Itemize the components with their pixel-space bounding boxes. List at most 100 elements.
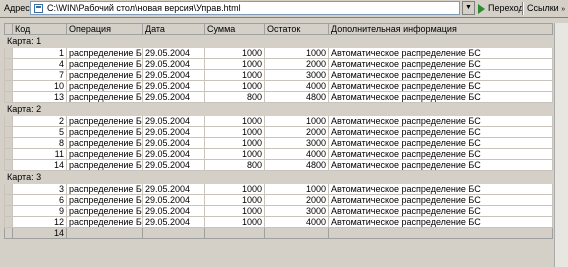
group-header-row: Карта: 3 [4, 170, 553, 184]
cell-date: 29.05.2004 [142, 205, 205, 217]
report-table: Код Операция Дата Сумма Остаток Дополнит… [4, 23, 553, 239]
cell-sum: 1000 [204, 126, 265, 138]
table-row[interactable]: 6 распределение БС 29.05.2004 1000 2000 Автом… [4, 194, 553, 206]
row-indicator[interactable] [4, 148, 13, 160]
table-row[interactable]: 5 распределение БС 29.05.2004 1000 2000 Автом… [4, 126, 553, 138]
cell-date: 29.05.2004 [142, 126, 205, 138]
cell-code: 8 [12, 137, 67, 149]
total-empty-cell [142, 227, 205, 239]
cell-info: Автоматическое распределение БС [328, 126, 553, 138]
table-row[interactable]: 12 распределение БС 29.05.2004 1000 4000 Авто… [4, 216, 553, 228]
cell-operation: распределение БС [66, 205, 143, 217]
row-indicator[interactable] [4, 115, 13, 127]
column-header-sum[interactable]: Сумма [204, 23, 265, 35]
links-button[interactable]: Ссылки » [527, 3, 565, 13]
cell-date: 29.05.2004 [142, 159, 205, 171]
row-indicator[interactable] [4, 205, 13, 217]
table-row[interactable]: 3 распределение БС 29.05.2004 1000 1000 Автом… [4, 183, 553, 195]
cell-balance: 1000 [264, 115, 329, 127]
vertical-scrollbar[interactable] [554, 23, 568, 267]
table-row[interactable]: 2 распределение БС 29.05.2004 1000 1000 Автом… [4, 115, 553, 127]
cell-operation: распределение БС [66, 159, 143, 171]
table-row[interactable]: 13 распределение БС 29.05.2004 800 4800 Автом… [4, 91, 553, 103]
row-indicator[interactable] [4, 80, 13, 92]
cell-balance: 2000 [264, 126, 329, 138]
cell-date: 29.05.2004 [142, 137, 205, 149]
column-header-operation[interactable]: Операция [66, 23, 143, 35]
cell-info: Автоматическое распределение БС [328, 47, 553, 59]
table-row[interactable]: 1 распределение БС 29.05.2004 1000 1000 Автом… [4, 47, 553, 59]
cell-operation: распределение БС [66, 91, 143, 103]
table-row[interactable]: 8 распределение БС 29.05.2004 1000 3000 Автом… [4, 137, 553, 149]
cell-info: Автоматическое распределение БС [328, 183, 553, 195]
row-indicator[interactable] [4, 58, 13, 70]
group-title: Карта: 1 [4, 34, 553, 48]
table-row[interactable]: 10 распределение БС 29.05.2004 1000 4000 Авто… [4, 80, 553, 92]
cell-info: Автоматическое распределение БС [328, 216, 553, 228]
row-indicator-header [4, 23, 13, 35]
links-label: Ссылки [527, 3, 559, 13]
cell-info: Автоматическое распределение БС [328, 205, 553, 217]
toolbar-separator [522, 2, 524, 15]
cell-date: 29.05.2004 [142, 58, 205, 70]
row-indicator[interactable] [4, 69, 13, 81]
address-input[interactable]: C:\WIN\Рабочий стол\новая версия\Управ.h… [30, 1, 460, 15]
cell-info: Автоматическое распределение БС [328, 194, 553, 206]
table-row[interactable]: 9 распределение БС 29.05.2004 1000 3000 Автом… [4, 205, 553, 217]
cell-balance: 2000 [264, 58, 329, 70]
address-dropdown-button[interactable]: ▼ [462, 1, 475, 15]
table-row[interactable]: 7 распределение БС 29.05.2004 1000 3000 Автом… [4, 69, 553, 81]
row-indicator[interactable] [4, 194, 13, 206]
cell-code: 3 [12, 183, 67, 195]
cell-code: 9 [12, 205, 67, 217]
cell-operation: распределение БС [66, 137, 143, 149]
row-indicator[interactable] [4, 91, 13, 103]
go-arrow-icon [478, 3, 485, 14]
cell-operation: распределение БС [66, 115, 143, 127]
column-header-date[interactable]: Дата [142, 23, 205, 35]
cell-sum: 1000 [204, 137, 265, 149]
cell-sum: 1000 [204, 80, 265, 92]
cell-balance: 2000 [264, 194, 329, 206]
cell-date: 29.05.2004 [142, 194, 205, 206]
cell-balance: 4000 [264, 80, 329, 92]
row-indicator[interactable] [4, 137, 13, 149]
cell-sum: 1000 [204, 115, 265, 127]
cell-sum: 1000 [204, 205, 265, 217]
row-indicator[interactable] [4, 47, 13, 59]
cell-code: 1 [12, 47, 67, 59]
chevron-down-icon: ▼ [465, 4, 472, 11]
group-header-row: Карта: 1 [4, 34, 553, 48]
row-indicator[interactable] [4, 126, 13, 138]
column-header-balance[interactable]: Остаток [264, 23, 329, 35]
row-indicator[interactable] [4, 216, 13, 228]
row-indicator[interactable] [4, 183, 13, 195]
cell-operation: распределение БС [66, 183, 143, 195]
table-header-row: Код Операция Дата Сумма Остаток Дополнит… [4, 23, 553, 35]
table-row[interactable]: 14 распределение БС 29.05.2004 800 4800 Автом… [4, 159, 553, 171]
cell-code: 7 [12, 69, 67, 81]
total-empty-cell [328, 227, 553, 239]
address-url[interactable]: C:\WIN\Рабочий стол\новая версия\Управ.h… [47, 3, 241, 13]
table-row[interactable]: 11 распределение БС 29.05.2004 1000 4000 Авто… [4, 148, 553, 160]
column-header-info[interactable]: Дополнительная информация [328, 23, 553, 35]
address-label: Адрес [4, 3, 30, 13]
go-button[interactable]: Переход [478, 1, 524, 15]
cell-code: 4 [12, 58, 67, 70]
table-row[interactable]: 4 распределение БС 29.05.2004 1000 2000 Автом… [4, 58, 553, 70]
html-file-icon [34, 4, 43, 13]
cell-sum: 1000 [204, 58, 265, 70]
total-empty-cell [264, 227, 329, 239]
cell-code: 12 [12, 216, 67, 228]
total-row: 14 [4, 227, 553, 239]
cell-sum: 1000 [204, 216, 265, 228]
cell-info: Автоматическое распределение БС [328, 115, 553, 127]
cell-date: 29.05.2004 [142, 80, 205, 92]
row-indicator[interactable] [4, 159, 13, 171]
cell-code: 13 [12, 91, 67, 103]
cell-code: 14 [12, 159, 67, 171]
cell-date: 29.05.2004 [142, 216, 205, 228]
chevron-right-icon: » [561, 6, 566, 13]
column-header-code[interactable]: Код [12, 23, 67, 35]
cell-balance: 3000 [264, 137, 329, 149]
